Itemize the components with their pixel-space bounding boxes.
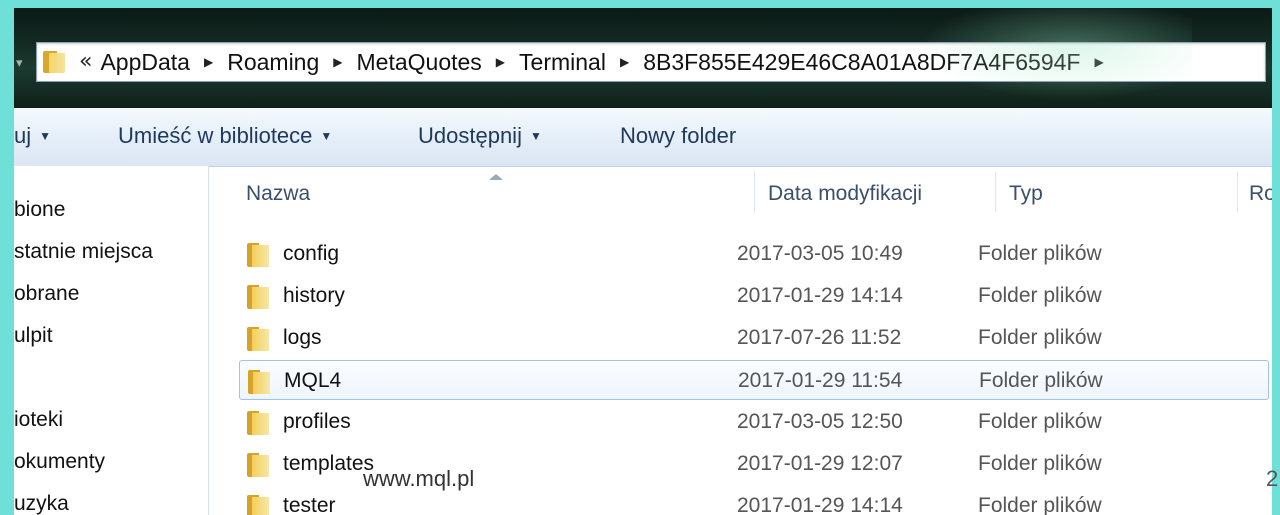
- file-name: tester: [283, 494, 336, 515]
- nav-item-recent-places[interactable]: statnie miejsca: [14, 240, 153, 264]
- table-row[interactable]: config 2017-03-05 10:49 Folder plików: [239, 234, 1269, 274]
- file-name: templates: [283, 452, 375, 475]
- column-header-name[interactable]: Nazwa: [246, 166, 310, 218]
- explorer-window: ▾ « AppData ▶ Roaming ▶ MetaQuotes ▶ Ter…: [14, 8, 1272, 515]
- navigation-pane: bione statnie miejsca obrane ulpit iotek…: [14, 166, 209, 515]
- breadcrumb-terminal-id[interactable]: 8B3F855E429E46C8A01A8DF7A4F6594F: [643, 49, 1080, 76]
- column-header-date[interactable]: Data modyfikacji: [768, 166, 922, 218]
- nav-item-desktop[interactable]: ulpit: [14, 324, 53, 348]
- page-number: 2: [1266, 466, 1279, 491]
- breadcrumb-arrow-icon[interactable]: ▶: [333, 55, 342, 69]
- file-date: 2017-03-05 12:50: [737, 410, 903, 433]
- breadcrumb-arrow-icon[interactable]: ▶: [204, 55, 213, 69]
- file-type: Folder plików: [978, 452, 1102, 475]
- organize-button[interactable]: uj ▼: [14, 123, 51, 149]
- chevron-down-icon: ▼: [529, 129, 542, 143]
- file-name: profiles: [283, 410, 351, 433]
- breadcrumb-arrow-icon[interactable]: ▶: [1094, 55, 1103, 69]
- folder-icon: [247, 411, 273, 435]
- nav-item-downloads[interactable]: obrane: [14, 282, 79, 306]
- file-name: MQL4: [284, 369, 342, 392]
- folder-icon: [247, 495, 273, 515]
- watermark-text: www.mql.pl: [363, 466, 475, 491]
- column-divider[interactable]: [995, 172, 996, 212]
- file-date: 2017-01-29 11:54: [738, 369, 903, 392]
- column-divider[interactable]: [754, 172, 755, 212]
- file-name: logs: [283, 326, 322, 349]
- folder-icon: [247, 327, 273, 351]
- folder-icon: [247, 285, 273, 309]
- file-type: Folder plików: [978, 326, 1102, 349]
- breadcrumb-roaming[interactable]: Roaming: [227, 49, 319, 76]
- address-bar[interactable]: « AppData ▶ Roaming ▶ MetaQuotes ▶ Termi…: [36, 42, 1266, 82]
- file-type: Folder plików: [978, 284, 1102, 307]
- nav-item-documents[interactable]: okumenty: [14, 450, 105, 474]
- file-type: Folder plików: [978, 410, 1102, 433]
- file-name: config: [283, 242, 340, 265]
- folder-icon: [247, 243, 273, 267]
- breadcrumb-arrow-icon[interactable]: ▶: [620, 55, 629, 69]
- column-header-size[interactable]: Ro: [1249, 166, 1272, 218]
- column-divider[interactable]: [1237, 172, 1238, 212]
- file-date: 2017-01-29 14:14: [737, 284, 903, 307]
- chevron-down-icon: ▼: [320, 129, 333, 143]
- folder-icon: [43, 51, 69, 73]
- nav-item-music[interactable]: uzyka: [14, 492, 69, 515]
- file-list: Nazwa Data modyfikacji Typ Ro config 201…: [209, 166, 1272, 515]
- command-bar: uj ▼ Umieść w bibliotece ▼ Udostępnij ▼ Now…: [14, 108, 1272, 167]
- table-row[interactable]: history 2017-01-29 14:14 Folder plików: [239, 276, 1269, 316]
- file-date: 2017-03-05 10:49: [737, 242, 903, 265]
- breadcrumb-appdata[interactable]: AppData: [100, 49, 190, 76]
- table-row-selected[interactable]: MQL4 2017-01-29 11:54 Folder plików: [239, 360, 1269, 400]
- folder-icon: [248, 370, 274, 394]
- breadcrumb-metaquotes[interactable]: MetaQuotes: [357, 49, 482, 76]
- nav-item-favorites[interactable]: bione: [14, 198, 65, 222]
- table-row[interactable]: profiles 2017-03-05 12:50 Folder plików: [239, 402, 1269, 442]
- file-type: Folder plików: [979, 369, 1103, 392]
- back-arrow-icon[interactable]: ▾: [16, 56, 32, 72]
- sort-ascending-icon: [489, 174, 503, 180]
- share-button[interactable]: Udostępnij ▼: [418, 123, 542, 149]
- nav-item-libraries[interactable]: ioteki: [14, 408, 63, 432]
- folder-icon: [247, 453, 273, 477]
- include-in-library-button[interactable]: Umieść w bibliotece ▼: [118, 123, 332, 149]
- table-row[interactable]: logs 2017-07-26 11:52 Folder plików: [239, 318, 1269, 358]
- breadcrumb-terminal[interactable]: Terminal: [519, 49, 606, 76]
- file-date: 2017-07-26 11:52: [737, 326, 902, 349]
- address-region: ▾ « AppData ▶ Roaming ▶ MetaQuotes ▶ Ter…: [14, 8, 1272, 108]
- file-date: 2017-01-29 12:07: [737, 452, 903, 475]
- file-type: Folder plików: [978, 494, 1102, 515]
- new-folder-button[interactable]: Nowy folder: [620, 123, 736, 149]
- breadcrumb-arrow-icon[interactable]: ▶: [496, 55, 505, 69]
- breadcrumb-overflow-chevron[interactable]: «: [79, 51, 92, 73]
- column-header-type[interactable]: Typ: [1009, 166, 1043, 218]
- file-type: Folder plików: [978, 242, 1102, 265]
- file-name: history: [283, 284, 345, 307]
- chevron-down-icon: ▼: [39, 129, 52, 143]
- file-date: 2017-01-29 14:14: [737, 494, 903, 515]
